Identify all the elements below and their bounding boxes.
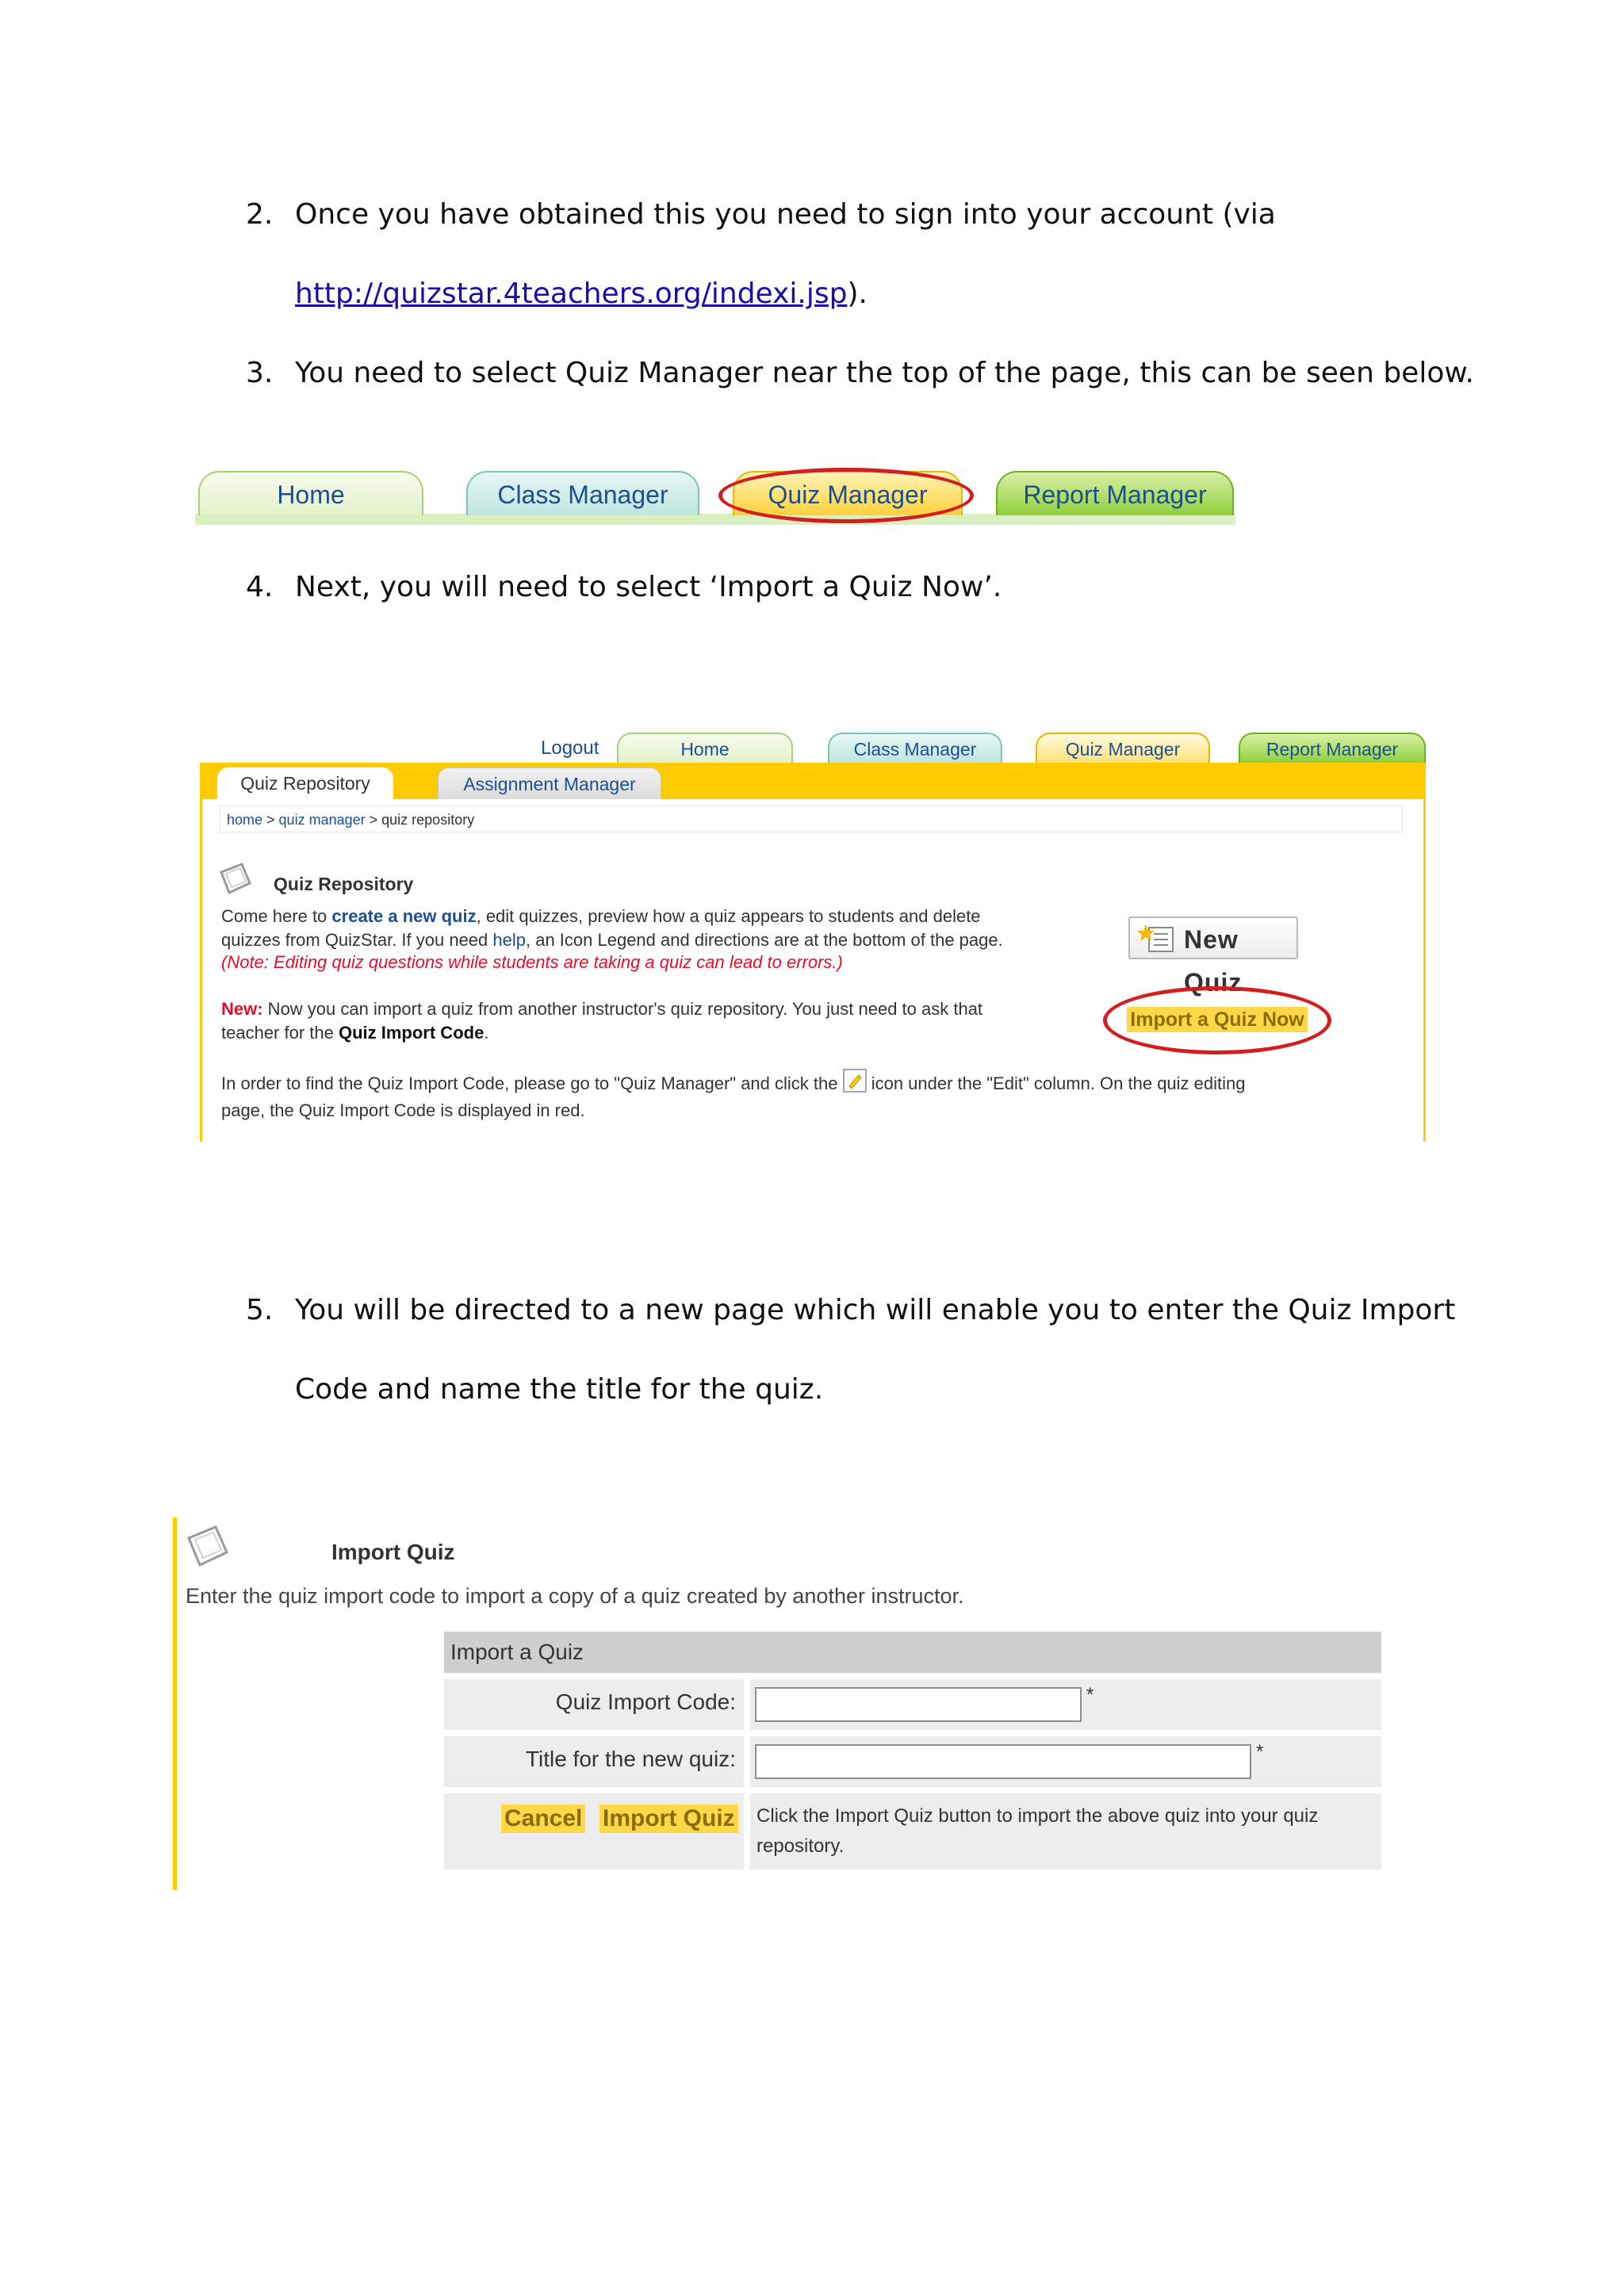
quiz-title-input[interactable]	[755, 1744, 1251, 1779]
step-5-line-2: Code and name the title for the quiz.	[295, 1373, 824, 1406]
cancel-button[interactable]: Cancel	[501, 1804, 586, 1833]
import-code-term: Quiz Import Code	[338, 1023, 485, 1043]
text: .	[484, 1023, 489, 1043]
step-number: 3.	[246, 357, 274, 389]
tab-class-manager[interactable]: Class Manager	[828, 733, 1002, 763]
step-text-tail: ).	[847, 277, 868, 310]
intro-line-1: Come here to create a new quiz, edit qui…	[221, 906, 981, 927]
instructions-line-1: In order to find the Quiz Import Code, p…	[221, 1069, 1246, 1094]
tab-home[interactable]: Home	[617, 733, 793, 763]
note-icon	[187, 1525, 228, 1567]
new-quiz-button[interactable]: New Quiz	[1128, 916, 1298, 997]
edit-icon	[842, 1069, 867, 1093]
tab-bar-screenshot: Home Class Manager Quiz Manager Report M…	[195, 468, 1235, 525]
import-quiz-description: Enter the quiz import code to import a c…	[186, 1584, 964, 1608]
quiz-title-label: Title for the new quiz:	[444, 1736, 744, 1787]
quiz-import-code-label: Quiz Import Code:	[444, 1679, 744, 1730]
step-number: 4.	[246, 571, 274, 603]
required-mark: *	[1086, 1684, 1094, 1705]
tab-report-manager[interactable]: Report Manager	[1239, 733, 1426, 763]
breadcrumb-sep: >	[365, 812, 382, 828]
step-text: Once you have obtained this you need to …	[295, 198, 1276, 231]
text: teacher for the	[221, 1023, 339, 1043]
text: Now you can import a quiz from another i…	[262, 999, 983, 1019]
repository-panel: home > quiz manager > quiz repository Qu…	[200, 799, 1426, 1142]
import-quiz-button[interactable]: Import Quiz	[599, 1804, 738, 1833]
help-link[interactable]: help	[492, 930, 526, 950]
required-mark: *	[1256, 1741, 1264, 1762]
text: Come here to	[221, 906, 332, 926]
quiz-repository-screenshot: Logout Home Class Manager Quiz Manager R…	[200, 721, 1426, 1142]
step-number: 5.	[246, 1294, 274, 1326]
step-4: 4. Next, you will need to select ‘Import…	[246, 571, 1002, 603]
text: icon under the "Edit" column. On the qui…	[866, 1073, 1246, 1093]
create-quiz-link[interactable]: create a new quiz	[331, 906, 476, 926]
step-5: 5. You will be directed to a new page wh…	[246, 1294, 1455, 1326]
import-quiz-title: Import Quiz	[331, 1540, 455, 1564]
new-feature-line-1: New: Now you can import a quiz from anot…	[221, 999, 982, 1020]
breadcrumb-home[interactable]: home	[227, 812, 262, 828]
step-2-link-line: http://quizstar.4teachers.org/indexi.jsp…	[295, 277, 868, 310]
note-line-2: repository.	[756, 1835, 845, 1857]
step-2: 2. Once you have obtained this you need …	[246, 198, 1276, 231]
edit-warning: (Note: Editing quiz questions while stud…	[221, 952, 843, 972]
logout-link[interactable]: Logout	[541, 737, 599, 760]
quiz-title-cell: *	[750, 1736, 1381, 1787]
tab-class-manager[interactable]: Class Manager	[466, 471, 699, 515]
highlight-circle	[1103, 986, 1331, 1054]
text: quizzes from QuizStar. If you need	[221, 930, 493, 950]
form-header: Import a Quiz	[444, 1632, 1381, 1673]
text: , an Icon Legend and directions are at t…	[525, 930, 1003, 950]
note-icon	[220, 863, 251, 895]
quiz-import-code-cell: *	[750, 1679, 1381, 1730]
step-3: 3. You need to select Quiz Manager near …	[246, 357, 1474, 389]
highlight-circle	[718, 468, 974, 523]
form-buttons: Cancel Import Quiz	[444, 1793, 744, 1869]
section-heading: Quiz Repository	[274, 874, 414, 894]
quiz-import-code-input[interactable]	[755, 1687, 1082, 1722]
accent-bar	[173, 1517, 177, 1890]
note-line-1: Click the Import Quiz button to import t…	[756, 1805, 1319, 1827]
step-text: You need to select Quiz Manager near the…	[295, 357, 1474, 389]
instructions-line-2: page, the Quiz Import Code is displayed …	[221, 1100, 585, 1120]
new-label: New:	[221, 999, 263, 1019]
subtab-quiz-repository[interactable]: Quiz Repository	[217, 767, 393, 799]
new-quiz-icon	[1137, 924, 1174, 952]
tab-report-manager[interactable]: Report Manager	[996, 471, 1234, 515]
step-number: 2.	[246, 198, 274, 231]
import-quiz-screenshot: Import Quiz Enter the quiz import code t…	[173, 1517, 1386, 1890]
breadcrumb: home > quiz manager > quiz repository	[220, 806, 1403, 832]
new-feature-line-2: teacher for the Quiz Import Code.	[221, 1023, 488, 1043]
import-note: Click the Import Quiz button to import t…	[750, 1793, 1381, 1869]
breadcrumb-current: quiz repository	[381, 812, 475, 828]
text: , edit quizzes, preview how a quiz appea…	[476, 906, 981, 926]
quizstar-link[interactable]: http://quizstar.4teachers.org/indexi.jsp	[295, 277, 847, 310]
step-text: Next, you will need to select ‘Import a …	[295, 571, 1002, 603]
breadcrumb-quiz-manager[interactable]: quiz manager	[279, 812, 366, 828]
tab-quiz-manager[interactable]: Quiz Manager	[1036, 733, 1210, 763]
step-text: You will be directed to a new page which…	[295, 1294, 1456, 1326]
top-nav: Logout Home Class Manager Quiz Manager R…	[200, 721, 1426, 763]
text: In order to find the Quiz Import Code, p…	[221, 1073, 843, 1093]
breadcrumb-sep: >	[262, 812, 279, 828]
tab-home[interactable]: Home	[198, 471, 423, 515]
subtab-assignment-manager[interactable]: Assignment Manager	[438, 767, 661, 800]
intro-line-2: quizzes from QuizStar. If you need help,…	[221, 930, 1003, 951]
